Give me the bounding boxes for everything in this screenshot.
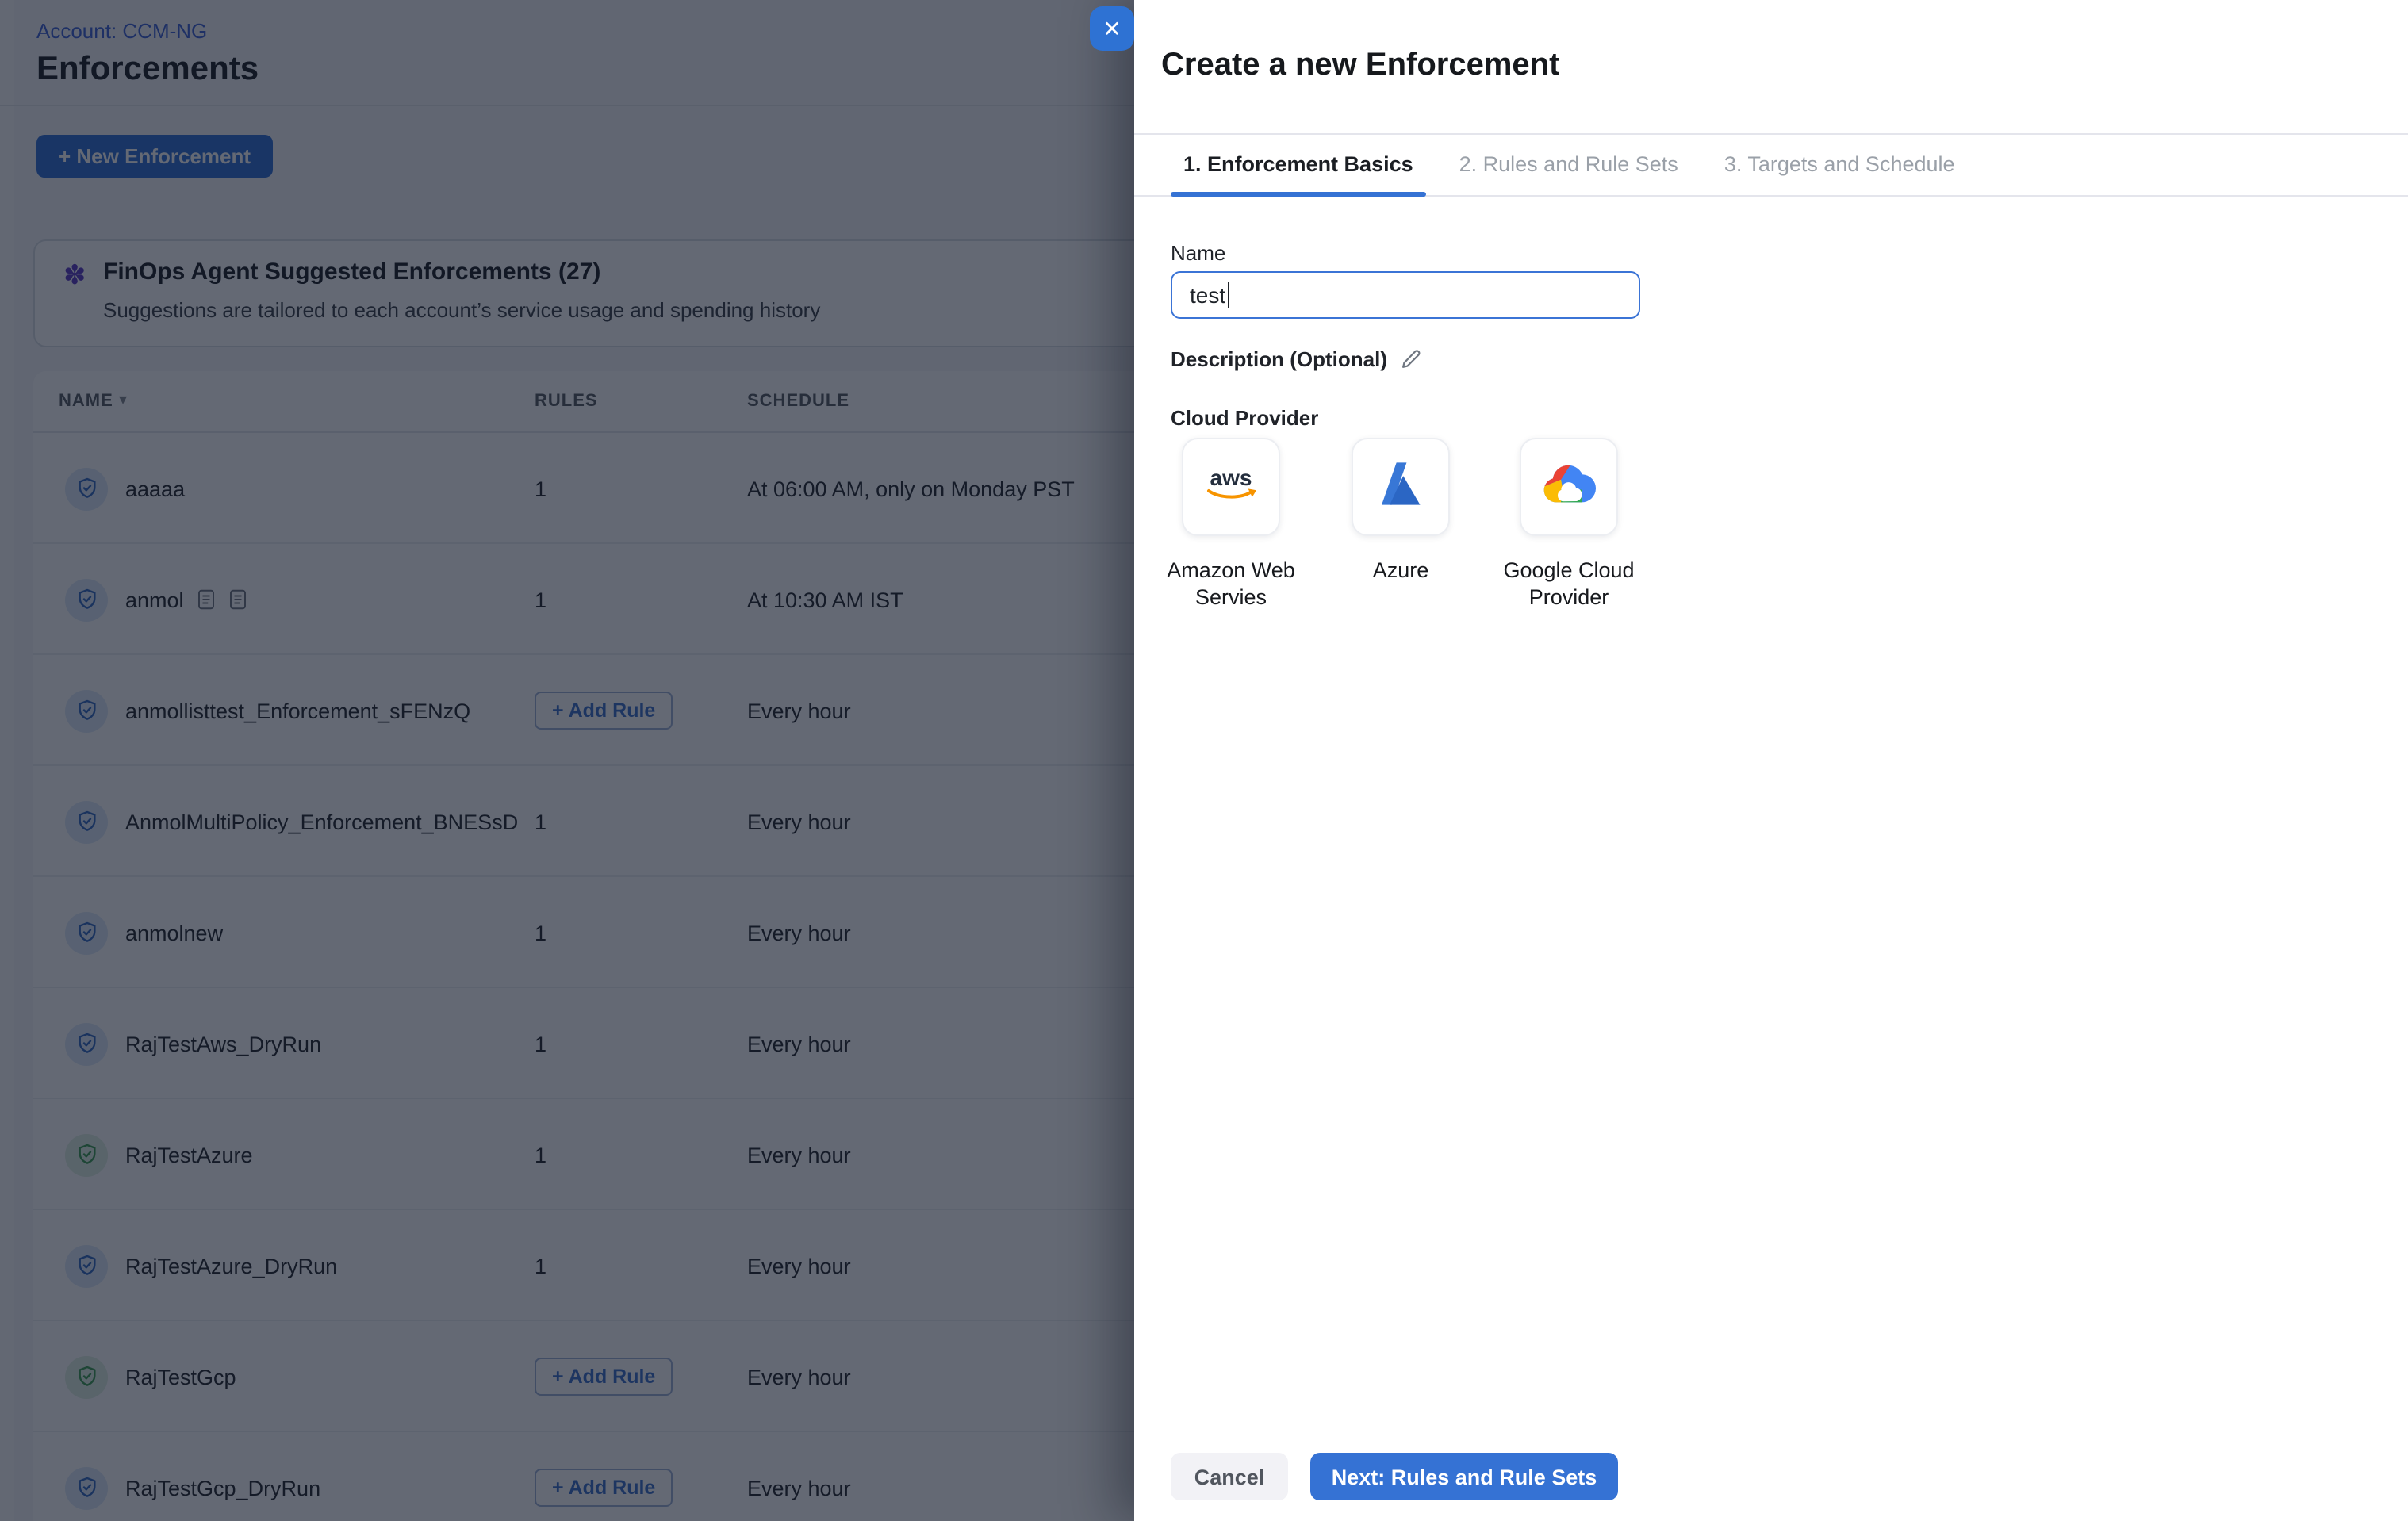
- name-input-value: test: [1190, 282, 1225, 308]
- tab-1[interactable]: 1. Enforcement Basics: [1171, 135, 1426, 195]
- gcp-logo-icon: [1542, 460, 1596, 514]
- svg-text:aws: aws: [1210, 465, 1252, 489]
- provider-aws: aws Amazon Web Servies: [1155, 438, 1307, 611]
- azure-logo-icon: [1375, 461, 1426, 513]
- close-icon[interactable]: ✕: [1090, 6, 1134, 51]
- provider-card-aws[interactable]: aws: [1182, 438, 1280, 536]
- cancel-button[interactable]: Cancel: [1171, 1453, 1288, 1500]
- tab-2[interactable]: 2. Rules and Rule Sets: [1447, 135, 1691, 195]
- text-caret: [1227, 282, 1229, 308]
- next-button[interactable]: Next: Rules and Rule Sets: [1310, 1453, 1618, 1500]
- drawer-title: Create a new Enforcement: [1161, 48, 1559, 84]
- app-root: Account: CCM-NG Enforcements + New Enfor…: [0, 0, 2408, 1521]
- cloud-provider-label: Cloud Provider: [1171, 406, 1318, 430]
- drawer-tabs: 1. Enforcement Basics 2. Rules and Rule S…: [1134, 135, 2408, 197]
- provider-cards: aws Amazon Web Servies Azure Google Cloud P…: [1134, 438, 1800, 644]
- edit-pencil-icon[interactable]: [1400, 349, 1421, 370]
- provider-azure: Azure: [1325, 438, 1477, 584]
- provider-card-azure[interactable]: [1352, 438, 1450, 536]
- tab-3[interactable]: 3. Targets and Schedule: [1712, 135, 1968, 195]
- aws-logo-icon: aws: [1199, 462, 1263, 511]
- create-enforcement-drawer: Create a new Enforcement 1. Enforcement …: [1134, 0, 2408, 1521]
- provider-card-gcp[interactable]: [1520, 438, 1618, 536]
- provider-label-azure: Azure: [1325, 557, 1477, 584]
- provider-label-aws: Amazon Web Servies: [1155, 557, 1307, 611]
- provider-gcp: Google Cloud Provider: [1493, 438, 1645, 611]
- description-label: Description (Optional): [1171, 347, 1421, 371]
- provider-label-gcp: Google Cloud Provider: [1493, 557, 1645, 611]
- name-input[interactable]: test: [1171, 271, 1640, 319]
- name-label: Name: [1171, 241, 1225, 265]
- description-label-text: Description (Optional): [1171, 347, 1387, 371]
